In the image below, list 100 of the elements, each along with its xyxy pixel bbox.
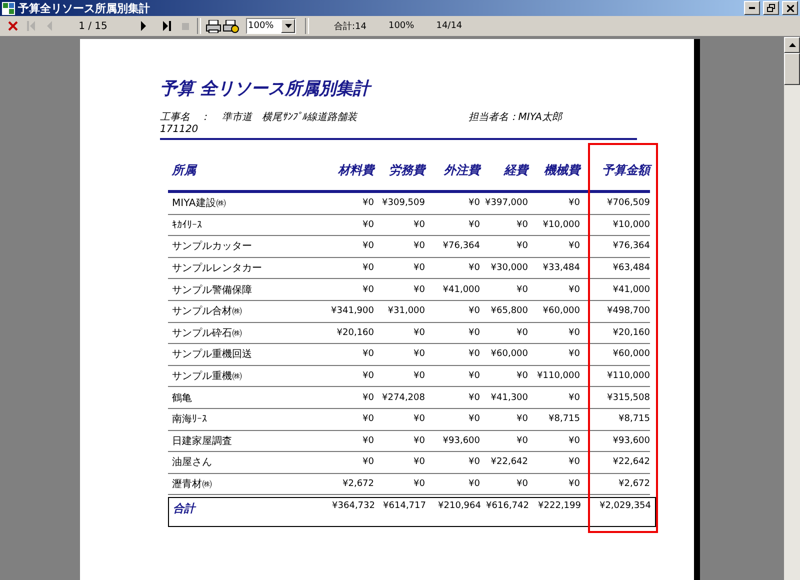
- column-header: 労務費: [388, 162, 425, 178]
- table-cell-text: ¥0: [468, 328, 480, 338]
- first-page-icon: [27, 21, 35, 31]
- table-cell-text: ¥20,160: [612, 328, 650, 338]
- table-cell-text: ¥0: [362, 263, 374, 274]
- minimize-icon: [749, 7, 755, 9]
- table-cell-text: ¥0: [516, 328, 528, 338]
- table-cell-text: ¥0: [468, 263, 480, 274]
- table-cell-text: ¥8,715: [618, 414, 650, 424]
- column-header: 機械費: [543, 162, 580, 178]
- table-cell-text: ¥0: [362, 436, 374, 446]
- table-cell-text: ¥0: [516, 284, 528, 295]
- printer-icon: [206, 20, 220, 32]
- table-cell-text: ¥315,508: [606, 392, 650, 403]
- table-cell-text: 南海ﾘｰｽ: [171, 412, 208, 426]
- table-cell-text: ¥364,732: [331, 501, 375, 514]
- table-cell-text: 鶴亀: [171, 392, 193, 405]
- table-cell-text: ¥0: [362, 349, 374, 360]
- table-cell-text: サンプル重機回送: [171, 348, 253, 362]
- table-cell-text: ¥76,364: [612, 241, 650, 252]
- project-label: 工事名 ：: [160, 110, 211, 124]
- table-cell-text: ¥22,642: [612, 457, 650, 468]
- table-cell-text: ¥498,700: [606, 306, 650, 316]
- table-cell-text: ｷｶｲﾘｰｽ: [171, 218, 203, 231]
- table-cell-text: ¥110,000: [606, 371, 650, 382]
- table-cell-text: ¥0: [362, 414, 374, 424]
- column-header: 材料費: [336, 162, 374, 178]
- table-cell-text: ¥0: [412, 284, 425, 295]
- app-icon: [2, 2, 15, 14]
- manager-name: 担当者名：MIYA太郎: [468, 110, 562, 124]
- table-cell-text: ¥0: [412, 349, 425, 360]
- table-cell-text: ¥76,364: [442, 241, 480, 252]
- close-button[interactable]: [782, 1, 798, 15]
- vertical-scrollbar[interactable]: [784, 37, 800, 580]
- table-cell-text: サンプルレンタカー: [171, 262, 263, 276]
- table-cell-text: ¥41,000: [612, 284, 650, 295]
- table-cell-text: サンプル重機㈱: [171, 370, 243, 384]
- table-cell-text: ¥0: [568, 328, 580, 338]
- restore-icon: [767, 4, 775, 12]
- column-header: 所属: [170, 162, 198, 178]
- printer-setup-icon: [223, 20, 239, 32]
- table-cell-text: 油屋さん: [171, 456, 213, 470]
- scroll-up-icon: [788, 43, 796, 47]
- table-cell-text: ¥0: [362, 371, 374, 382]
- table-cell-text: ¥2,672: [618, 479, 650, 490]
- table-cell-text: ¥0: [362, 198, 374, 208]
- table-cell-text: ¥0: [516, 414, 528, 424]
- next-page-icon: [140, 21, 146, 31]
- table-cell-text: ¥110,000: [536, 371, 580, 382]
- report-title: 予算 全リソース所属別集計: [160, 78, 373, 100]
- print-button[interactable]: [204, 17, 222, 35]
- table-cell-text: サンプル砕石㈱: [171, 326, 243, 340]
- table-cell-text: ¥0: [568, 198, 580, 208]
- zoom-dropdown[interactable]: 100%: [246, 18, 296, 34]
- table-cell-text: ¥0: [468, 198, 480, 208]
- stop-icon: [182, 22, 188, 30]
- table-cell-text: ¥0: [568, 392, 580, 403]
- table-cell-text: サンプル合材㈱: [171, 304, 243, 318]
- table-cell-text: ¥93,600: [612, 436, 650, 446]
- total-label: 合計: [172, 501, 198, 518]
- status-text: 100%: [388, 21, 414, 31]
- window-title: 予算全リソース所属別集計: [18, 0, 151, 16]
- table-cell-text: ¥0: [362, 241, 374, 252]
- table-cell-text: ¥41,300: [490, 392, 528, 403]
- table-cell-text: ¥60,000: [612, 349, 650, 360]
- table-cell-text: ¥616,742: [485, 501, 529, 514]
- last-page-icon: [163, 21, 171, 31]
- table-cell-text: ¥0: [468, 220, 480, 230]
- close-icon: [786, 4, 794, 12]
- table-cell-text: サンプルカッター: [171, 240, 253, 254]
- table-cell-text: 日建家屋調査: [171, 434, 233, 448]
- table-cell-text: ¥0: [412, 479, 425, 490]
- table-cell-text: ¥0: [516, 371, 528, 382]
- table-cell-text: ¥0: [412, 371, 425, 382]
- table-cell-text: ¥2,029,354: [598, 501, 651, 514]
- table-cell-text: ¥0: [568, 457, 580, 468]
- table-cell-text: ¥0: [362, 220, 374, 230]
- table-cell-text: ¥309,509: [381, 198, 425, 208]
- table-cell-text: ¥0: [362, 457, 374, 468]
- scroll-thumb[interactable]: [784, 53, 800, 85]
- minimize-button[interactable]: [744, 1, 760, 15]
- table-cell-text: ¥0: [516, 241, 528, 252]
- table-cell-text: ¥33,484: [542, 263, 580, 274]
- table-cell-text: ¥0: [568, 479, 580, 490]
- status-text: 合計:14: [334, 20, 366, 32]
- table-cell-text: ¥0: [516, 436, 528, 446]
- setup-button[interactable]: [222, 17, 240, 35]
- table-cell-text: ¥0: [412, 414, 425, 424]
- restore-button[interactable]: [763, 1, 779, 15]
- table-cell-text: ¥65,800: [490, 306, 528, 316]
- table-cell-text: ¥706,509: [606, 198, 650, 208]
- table-cell-text: ¥0: [412, 436, 425, 446]
- table-cell-text: ¥0: [516, 479, 528, 490]
- table-cell-text: ¥63,484: [612, 263, 650, 274]
- table-cell-text: ¥0: [412, 220, 425, 230]
- table-cell-text: ¥0: [412, 241, 425, 252]
- table-cell-text: 瀝青材㈱: [171, 478, 213, 492]
- table-cell-text: ¥0: [362, 284, 374, 295]
- table-cell-text: ¥614,717: [382, 501, 426, 514]
- table-cell-text: ¥10,000: [612, 220, 650, 230]
